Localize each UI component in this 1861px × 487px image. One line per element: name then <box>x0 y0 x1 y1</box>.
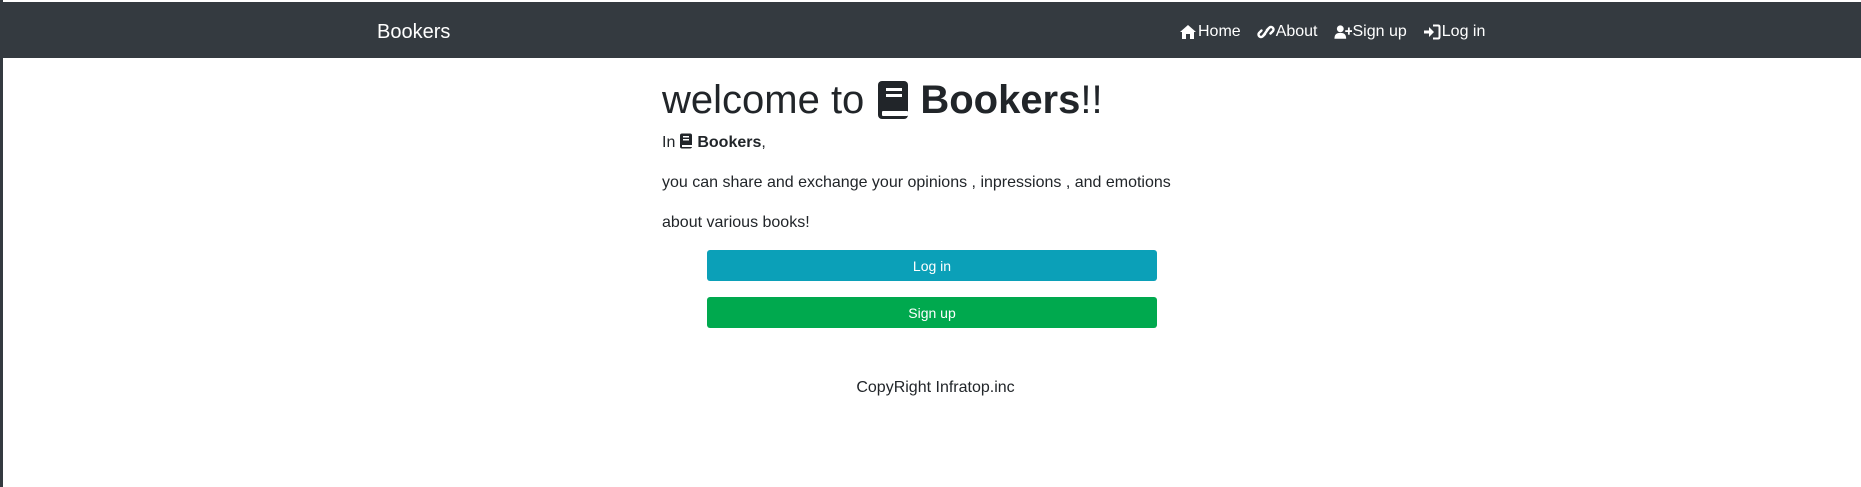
main-content: welcome to Bookers !! In Bookers, you ca… <box>662 74 1182 328</box>
title-prefix: welcome to <box>662 78 865 122</box>
book-icon <box>878 81 909 119</box>
link-icon <box>1257 25 1275 39</box>
nav-link-about[interactable]: About <box>1257 22 1318 42</box>
nav-link-about-label: About <box>1275 23 1318 40</box>
title-suffix: !! <box>1080 78 1103 122</box>
navbar: Bookers Home About Sign up Log in <box>3 2 1861 58</box>
window-left-edge <box>0 0 3 487</box>
title-brand: Bookers <box>920 78 1081 122</box>
user-plus-icon <box>1333 25 1352 39</box>
sign-in-icon <box>1423 24 1441 40</box>
nav-links: Home About Sign up Log in <box>1179 22 1485 42</box>
signup-button[interactable]: Sign up <box>707 297 1157 328</box>
nav-link-signup[interactable]: Sign up <box>1333 22 1407 42</box>
intro-comma: , <box>761 134 766 151</box>
page-title: welcome to Bookers !! <box>662 74 1182 126</box>
navbar-brand[interactable]: Bookers <box>377 20 450 44</box>
intro-brand: Bookers <box>697 134 762 151</box>
intro-line-3: about various books! <box>662 214 810 231</box>
intro-line-1: In Bookers, <box>662 133 766 153</box>
intro-line-2: you can share and exchange your opinions… <box>662 174 1171 191</box>
home-icon <box>1180 25 1196 39</box>
nav-link-login[interactable]: Log in <box>1423 22 1486 42</box>
nav-link-home[interactable]: Home <box>1179 22 1241 42</box>
footer: CopyRight Infratop.inc <box>0 378 1861 398</box>
nav-link-login-label: Log in <box>1441 23 1486 40</box>
copyright-text: CopyRight Infratop.inc <box>856 379 1015 396</box>
book-icon-small <box>680 133 693 149</box>
nav-link-signup-label: Sign up <box>1352 23 1407 40</box>
nav-link-home-label: Home <box>1198 23 1241 40</box>
login-button[interactable]: Log in <box>707 250 1157 281</box>
intro-prefix: In <box>662 134 676 151</box>
